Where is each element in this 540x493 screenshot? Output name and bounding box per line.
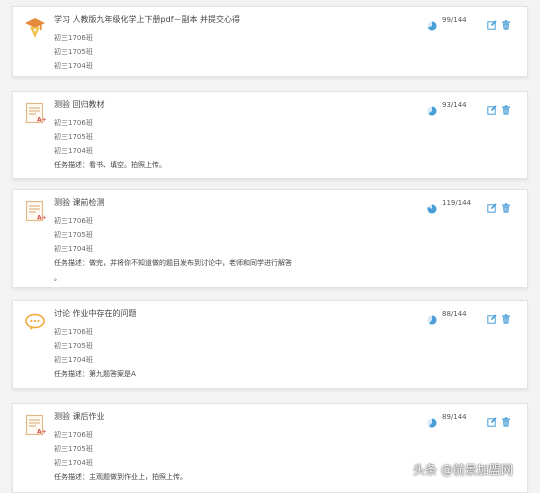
class-label: 初三1704班 [54,356,93,364]
progress-pie-icon [427,101,437,116]
class-label: 初三1704班 [54,147,93,155]
class-label: 初三1705班 [54,133,93,141]
completion-count: 119/144 [442,199,472,207]
class-label: 初三1706班 [54,328,93,336]
study-icon [24,16,46,40]
task-description: 任务描述：做完，并将你不知道做的题目发布到讨论中，老师和同学进行解答 [54,259,292,267]
delete-icon[interactable] [501,100,511,115]
class-label: 初三1704班 [54,62,93,70]
test-icon: A+ [24,413,47,437]
task-title[interactable]: 学习 人教版九年级化学上下册pdf－副本 并提交心得 [54,14,240,25]
class-label: 初三1706班 [54,34,93,42]
class-label: 初三1705班 [54,231,93,239]
svg-text:A+: A+ [37,429,46,436]
completion-count: 93/144 [442,101,467,109]
task-title[interactable]: 测验 课前检测 [54,197,105,208]
progress-pie-icon [427,310,437,325]
edit-icon[interactable] [487,100,497,115]
task-title[interactable]: 测验 课后作业 [54,411,105,422]
task-description: 任务描述：第九题答案是A [54,370,136,378]
task-title[interactable]: 测验 回归教材 [54,99,105,110]
class-label: 初三1705班 [54,48,93,56]
class-label: 初三1706班 [54,431,93,439]
edit-icon[interactable] [487,198,497,213]
edit-icon[interactable] [487,412,497,427]
task-description-cont: 。 [54,274,61,282]
delete-icon[interactable] [501,412,511,427]
task-card[interactable]: 学习 人教版九年级化学上下册pdf－副本 并提交心得 初三1706班 初三1705班… [12,6,528,77]
completion-count: 89/144 [442,413,467,421]
task-card[interactable]: A+ 测验 课前检测 初三1706班 初三1705班 初三1704班任务描述：做完，并将… [12,189,528,288]
progress-pie-icon [427,413,437,428]
class-label: 初三1705班 [54,342,93,350]
task-card[interactable]: 讨论 作业中存在的问题 初三1706班 初三1705班 初三1704班任务描述：第九题… [12,300,528,389]
class-label: 初三1706班 [54,217,93,225]
delete-icon[interactable] [501,198,511,213]
task-card[interactable]: A+ 测验 课后作业 初三1706班 初三1705班 初三1704班任务描述：主观题做到… [12,403,528,493]
watermark-text: 头条 @前景加盟网 [413,463,513,477]
progress-pie-icon [427,16,437,31]
task-description: 任务描述：看书、填空。拍照上传。 [54,161,166,169]
completion-count: 88/144 [442,310,467,318]
svg-text:A+: A+ [37,117,46,124]
test-icon: A+ [24,199,47,223]
class-label: 初三1705班 [54,445,93,453]
svg-text:A+: A+ [37,215,46,222]
discuss-icon [24,310,46,334]
progress-pie-icon [427,199,437,214]
delete-icon[interactable] [501,15,511,30]
class-label: 初三1706班 [54,119,93,127]
class-label: 初三1704班 [54,459,93,467]
completion-count: 99/144 [442,16,467,24]
edit-icon[interactable] [487,15,497,30]
class-label: 初三1704班 [54,245,93,253]
delete-icon[interactable] [501,309,511,324]
task-description: 任务描述：主观题做到作业上，拍照上传。 [54,473,187,481]
test-icon: A+ [24,101,47,125]
edit-icon[interactable] [487,309,497,324]
task-card[interactable]: A+ 测验 回归教材 初三1706班 初三1705班 初三1704班任务描述：看书、填空… [12,91,528,179]
task-title[interactable]: 讨论 作业中存在的问题 [54,308,137,319]
